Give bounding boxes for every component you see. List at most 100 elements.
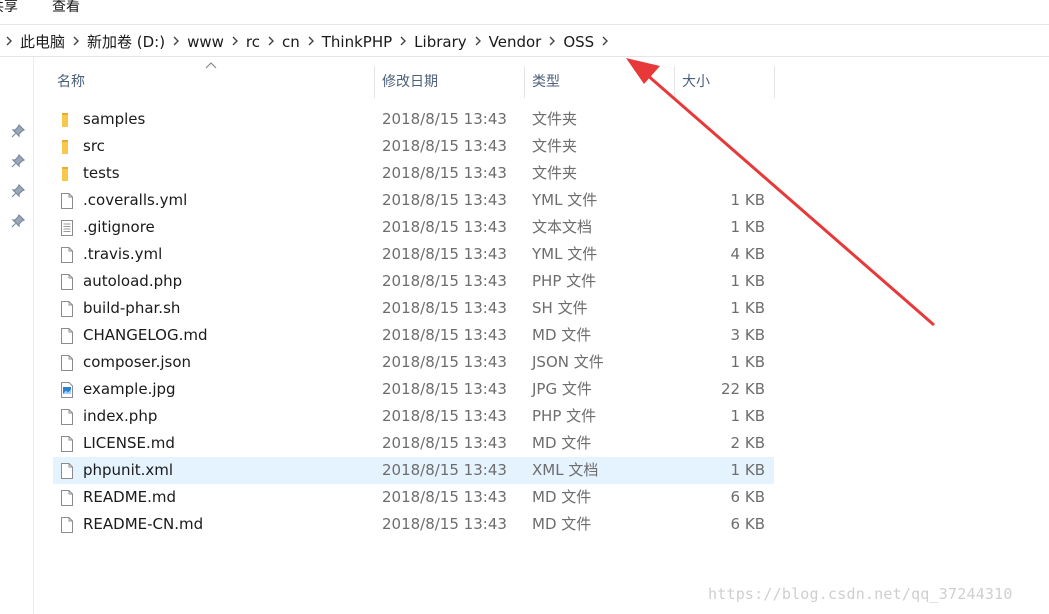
file-name: index.php — [83, 407, 158, 425]
file-size: 1 KB — [730, 218, 765, 236]
file-row[interactable]: autoload.php 2018/8/15 13:43 PHP 文件 1 KB — [53, 268, 774, 295]
file-size: 2 KB — [730, 434, 765, 452]
file-type: SH 文件 — [532, 299, 588, 317]
file-name: example.jpg — [83, 380, 176, 398]
pin-icon[interactable] — [10, 213, 26, 229]
file-date: 2018/8/15 13:43 — [382, 353, 507, 371]
file-row[interactable]: index.php 2018/8/15 13:43 PHP 文件 1 KB — [53, 403, 774, 430]
file-name: samples — [83, 110, 146, 128]
address-bar[interactable]: 此电脑 新加卷 (D:) www rc cn ThinkPHP Library Vendor O… — [0, 26, 1049, 57]
pin-icon[interactable] — [10, 183, 26, 199]
breadcrumb-item[interactable]: OSS — [561, 33, 596, 51]
file-size: 1 KB — [730, 461, 765, 479]
file-row[interactable]: build-phar.sh 2018/8/15 13:43 SH 文件 1 KB — [53, 295, 774, 322]
file-date: 2018/8/15 13:43 — [382, 461, 507, 479]
file-type: 文件夹 — [532, 110, 578, 128]
file-row[interactable]: src 2018/8/15 13:43 文件夹 — [53, 133, 774, 160]
file-icon — [59, 408, 75, 426]
file-type: PHP 文件 — [532, 407, 597, 425]
file-icon — [59, 516, 75, 534]
file-size: 1 KB — [730, 407, 765, 425]
file-row[interactable]: README-CN.md 2018/8/15 13:43 MD 文件 6 KB — [53, 511, 774, 538]
file-type: 文件夹 — [532, 164, 578, 182]
folder-icon — [59, 138, 75, 156]
pin-icon[interactable] — [10, 153, 26, 169]
file-date: 2018/8/15 13:43 — [382, 164, 507, 182]
column-divider[interactable] — [524, 66, 525, 98]
text-file-icon — [59, 219, 75, 237]
file-row[interactable]: .coveralls.yml 2018/8/15 13:43 YML 文件 1 KB — [53, 187, 774, 214]
file-date: 2018/8/15 13:43 — [382, 488, 507, 506]
sort-ascending-icon — [205, 62, 217, 69]
file-icon — [59, 354, 75, 372]
folder-icon — [59, 111, 75, 129]
file-date: 2018/8/15 13:43 — [382, 299, 507, 317]
file-row[interactable]: LICENSE.md 2018/8/15 13:43 MD 文件 2 KB — [53, 430, 774, 457]
file-row[interactable]: CHANGELOG.md 2018/8/15 13:43 MD 文件 3 KB — [53, 322, 774, 349]
file-type: PHP 文件 — [532, 272, 597, 290]
file-size: 1 KB — [730, 272, 765, 290]
chevron-right-icon[interactable] — [302, 35, 320, 49]
chevron-right-icon[interactable] — [226, 35, 244, 49]
chevron-right-icon[interactable] — [394, 35, 412, 49]
file-size: 4 KB — [730, 245, 765, 263]
file-name: README.md — [83, 488, 177, 506]
file-icon — [59, 273, 75, 291]
chevron-right-icon[interactable] — [67, 35, 85, 49]
watermark: https://blog.csdn.net/qq_37244310 — [708, 585, 1013, 603]
file-name: composer.json — [83, 353, 192, 371]
breadcrumb-item[interactable]: ThinkPHP — [320, 33, 394, 51]
menu-share[interactable]: 共享 — [0, 0, 18, 16]
menu-view[interactable]: 查看 — [52, 0, 80, 16]
breadcrumb-item[interactable]: cn — [280, 33, 302, 51]
breadcrumb-item[interactable]: 新加卷 (D:) — [85, 31, 167, 52]
file-name: autoload.php — [83, 272, 183, 290]
file-row[interactable]: .gitignore 2018/8/15 13:43 文本文档 1 KB — [53, 214, 774, 241]
column-date[interactable]: 修改日期 — [382, 66, 438, 98]
pin-icon[interactable] — [10, 123, 26, 139]
column-divider[interactable] — [374, 66, 375, 98]
file-row[interactable]: tests 2018/8/15 13:43 文件夹 — [53, 160, 774, 187]
file-type: MD 文件 — [532, 515, 592, 533]
file-row[interactable]: samples 2018/8/15 13:43 文件夹 — [53, 106, 774, 133]
ribbon-menu: 共享 查看 — [0, 0, 1049, 25]
file-row[interactable]: composer.json 2018/8/15 13:43 JSON 文件 1 KB — [53, 349, 774, 376]
file-row[interactable]: .travis.yml 2018/8/15 13:43 YML 文件 4 KB — [53, 241, 774, 268]
breadcrumb-item[interactable]: rc — [244, 33, 262, 51]
column-type[interactable]: 类型 — [532, 66, 560, 98]
file-icon — [59, 300, 75, 318]
file-type: MD 文件 — [532, 488, 592, 506]
file-type: 文本文档 — [532, 218, 593, 236]
file-icon — [59, 192, 75, 210]
file-row[interactable]: phpunit.xml 2018/8/15 13:43 XML 文档 1 KB — [53, 457, 774, 484]
file-date: 2018/8/15 13:43 — [382, 434, 507, 452]
column-size[interactable]: 大小 — [682, 66, 710, 98]
chevron-right-icon[interactable] — [167, 35, 185, 49]
file-name: phpunit.xml — [83, 461, 174, 479]
chevron-right-icon[interactable] — [262, 35, 280, 49]
column-header: 名称 修改日期 类型 大小 — [0, 62, 1049, 98]
chevron-right-icon[interactable] — [0, 35, 18, 49]
file-name: LICENSE.md — [83, 434, 175, 452]
file-name: README-CN.md — [83, 515, 204, 533]
chevron-right-icon[interactable] — [469, 35, 487, 49]
column-divider[interactable] — [674, 66, 675, 98]
file-type: XML 文档 — [532, 461, 599, 479]
breadcrumb-item[interactable]: www — [185, 33, 226, 51]
file-row[interactable]: README.md 2018/8/15 13:43 MD 文件 6 KB — [53, 484, 774, 511]
chevron-right-icon[interactable] — [596, 35, 614, 49]
file-date: 2018/8/15 13:43 — [382, 110, 507, 128]
file-date: 2018/8/15 13:43 — [382, 326, 507, 344]
file-type: JPG 文件 — [532, 380, 592, 398]
file-name: .gitignore — [83, 218, 155, 236]
breadcrumb-item[interactable]: 此电脑 — [18, 31, 67, 52]
column-name[interactable]: 名称 — [57, 66, 85, 98]
column-divider[interactable] — [774, 66, 775, 98]
breadcrumb-item[interactable]: Library — [412, 33, 468, 51]
file-icon — [59, 246, 75, 264]
file-row[interactable]: example.jpg 2018/8/15 13:43 JPG 文件 22 KB — [53, 376, 774, 403]
breadcrumb-item[interactable]: Vendor — [487, 33, 544, 51]
file-date: 2018/8/15 13:43 — [382, 272, 507, 290]
file-name: src — [83, 137, 105, 155]
chevron-right-icon[interactable] — [543, 35, 561, 49]
